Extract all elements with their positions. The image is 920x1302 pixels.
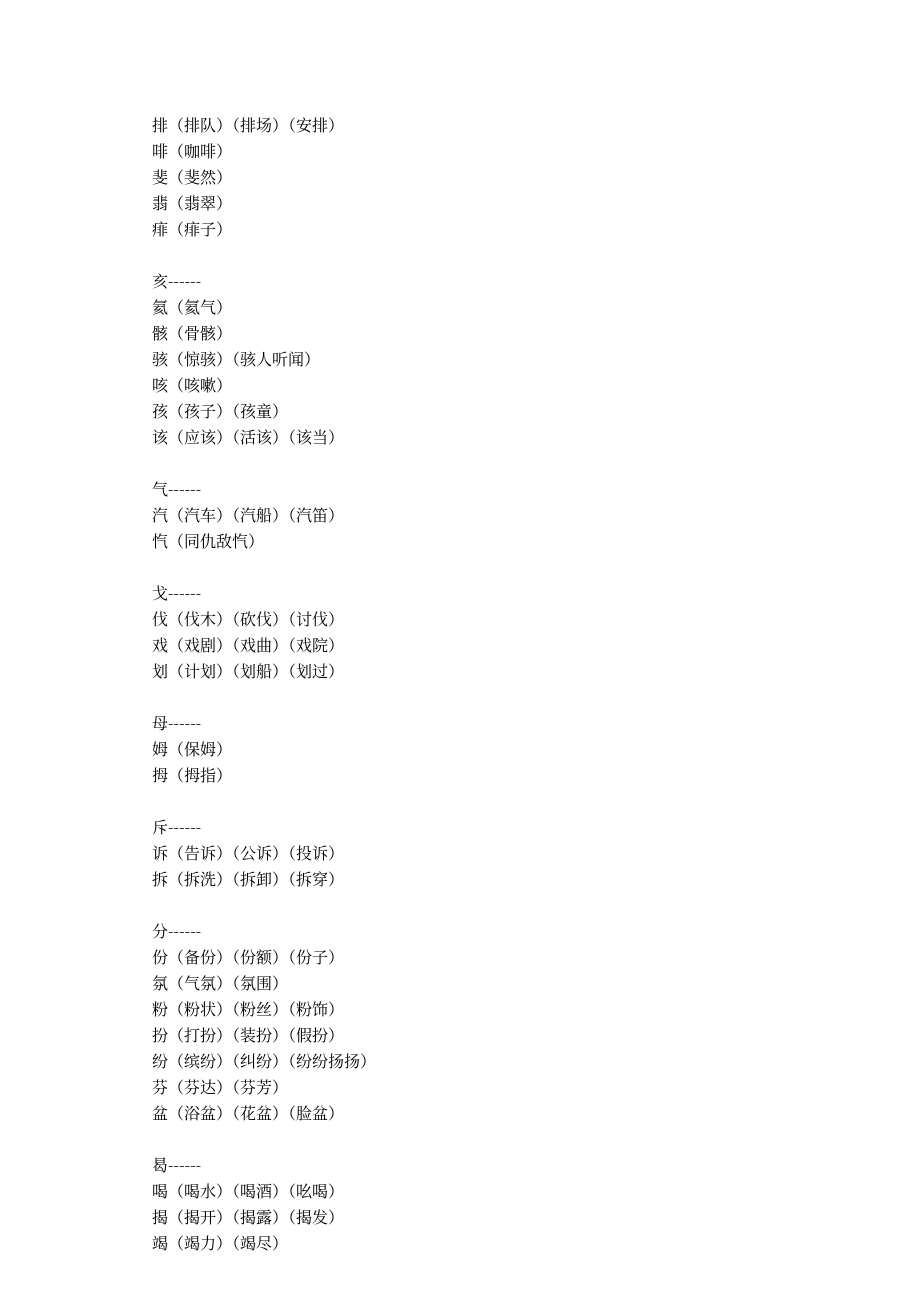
group-header: 气------ bbox=[152, 476, 920, 502]
character-group: 亥------氦（氦气）骸（骨骸）骇（惊骇）（骇人听闻）咳（咳嗽）孩（孩子）（孩… bbox=[152, 268, 920, 450]
character-entry: 揭（揭开）（揭露）（揭发） bbox=[152, 1204, 920, 1230]
character-entry: 竭（竭力）（竭尽） bbox=[152, 1230, 920, 1256]
character-entry: 拇（拇指） bbox=[152, 762, 920, 788]
character-entry: 氛（气氛）（氛围） bbox=[152, 970, 920, 996]
group-header: 亥------ bbox=[152, 268, 920, 294]
character-entry: 伐（伐木）（砍伐）（讨伐） bbox=[152, 606, 920, 632]
character-entry: 芬（芬达）（芬芳） bbox=[152, 1074, 920, 1100]
character-entry: 诉（告诉）（公诉）（投诉） bbox=[152, 840, 920, 866]
character-entry: 扮（打扮）（装扮）（假扮） bbox=[152, 1022, 920, 1048]
character-entry: 姆（保姆） bbox=[152, 736, 920, 762]
character-entry: 纷（缤纷）（纠纷）（纷纷扬扬） bbox=[152, 1048, 920, 1074]
character-group: 斥------诉（告诉）（公诉）（投诉）拆（拆洗）（拆卸）（拆穿） bbox=[152, 814, 920, 892]
character-entry: 戏（戏剧）（戏曲）（戏院） bbox=[152, 632, 920, 658]
group-header: 分------ bbox=[152, 918, 920, 944]
character-entry: 拆（拆洗）（拆卸）（拆穿） bbox=[152, 866, 920, 892]
character-entry: 盆（浴盆）（花盆）（脸盆） bbox=[152, 1100, 920, 1126]
group-header: 斥------ bbox=[152, 814, 920, 840]
character-entry: 划（计划）（划船）（划过） bbox=[152, 658, 920, 684]
character-entry: 痱（痱子） bbox=[152, 216, 920, 242]
character-entry: 忾（同仇敌忾） bbox=[152, 528, 920, 554]
character-group: 曷------喝（喝水）（喝酒）（吆喝）揭（揭开）（揭露）（揭发）竭（竭力）（竭… bbox=[152, 1152, 920, 1256]
character-entry: 啡（咖啡） bbox=[152, 138, 920, 164]
group-header: 曷------ bbox=[152, 1152, 920, 1178]
character-entry: 氦（氦气） bbox=[152, 294, 920, 320]
character-group: 戈------伐（伐木）（砍伐）（讨伐）戏（戏剧）（戏曲）（戏院）划（计划）（划… bbox=[152, 580, 920, 684]
group-header: 母------ bbox=[152, 710, 920, 736]
character-entry: 斐（斐然） bbox=[152, 164, 920, 190]
character-entry: 粉（粉状）（粉丝）（粉饰） bbox=[152, 996, 920, 1022]
character-entry: 骇（惊骇）（骇人听闻） bbox=[152, 346, 920, 372]
character-group: 排（排队）（排场）（安排）啡（咖啡）斐（斐然）翡（翡翠）痱（痱子） bbox=[152, 112, 920, 242]
character-group: 母------姆（保姆）拇（拇指） bbox=[152, 710, 920, 788]
character-entry: 喝（喝水）（喝酒）（吆喝） bbox=[152, 1178, 920, 1204]
character-entry: 翡（翡翠） bbox=[152, 190, 920, 216]
character-entry: 排（排队）（排场）（安排） bbox=[152, 112, 920, 138]
character-entry: 孩（孩子）（孩童） bbox=[152, 398, 920, 424]
document-page: 排（排队）（排场）（安排）啡（咖啡）斐（斐然）翡（翡翠）痱（痱子） 亥------… bbox=[0, 0, 920, 1302]
character-group: 气------汽（汽车）（汽船）（汽笛）忾（同仇敌忾） bbox=[152, 476, 920, 554]
character-entry: 咳（咳嗽） bbox=[152, 372, 920, 398]
group-header: 戈------ bbox=[152, 580, 920, 606]
character-group: 分------份（备份）（份额）（份子）氛（气氛）（氛围）粉（粉状）（粉丝）（粉… bbox=[152, 918, 920, 1126]
character-entry: 份（备份）（份额）（份子） bbox=[152, 944, 920, 970]
character-entry: 汽（汽车）（汽船）（汽笛） bbox=[152, 502, 920, 528]
character-entry: 该（应该）（活该）（该当） bbox=[152, 424, 920, 450]
character-entry: 骸（骨骸） bbox=[152, 320, 920, 346]
